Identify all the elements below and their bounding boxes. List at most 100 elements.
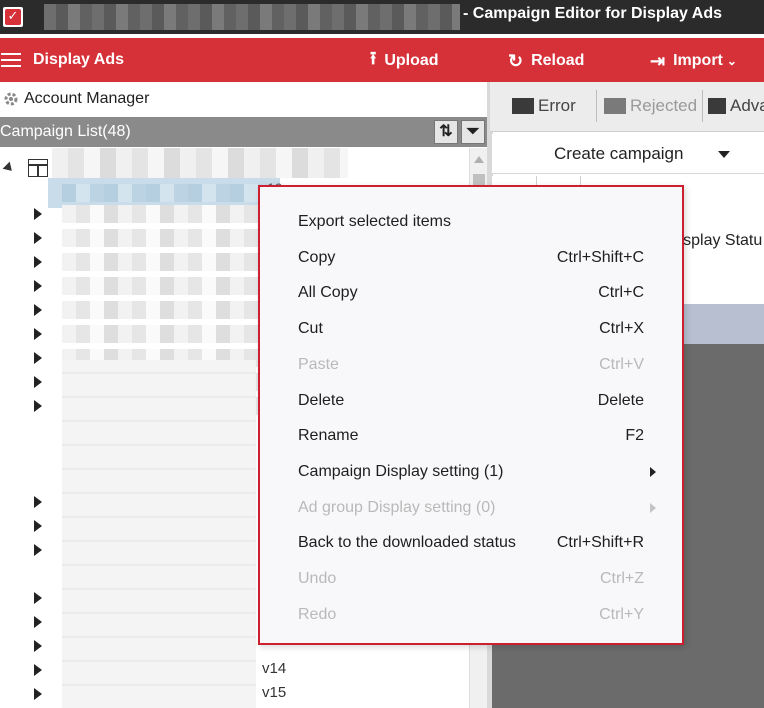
window-title: - Campaign Editor for Display Ads xyxy=(463,5,722,22)
account-manager-link[interactable]: Account Manager xyxy=(0,86,470,112)
rejected-filter-button[interactable]: Rejected xyxy=(604,92,697,120)
tree-row[interactable] xyxy=(34,514,42,538)
account-grid-icon xyxy=(28,159,48,177)
main-toolbar: Display Ads ⭱ Upload ↻ Reload ⇥ Import ⌄ xyxy=(0,38,764,82)
tree-row[interactable]: v15 xyxy=(34,682,286,706)
expand-icon[interactable] xyxy=(34,256,42,268)
advanced-filter-button[interactable]: Adva xyxy=(708,92,764,120)
advanced-label: Adva xyxy=(730,96,764,115)
tree-row[interactable] xyxy=(34,610,42,634)
upload-icon: ⭱ xyxy=(370,48,377,68)
brand-menu[interactable]: Display Ads xyxy=(0,49,124,71)
account-manager-label: Account Manager xyxy=(24,90,150,107)
reload-label: Reload xyxy=(531,52,585,69)
upload-button[interactable]: ⭱ Upload xyxy=(370,48,439,73)
expand-icon[interactable] xyxy=(34,592,42,604)
menu-item-label: Back to the downloaded status xyxy=(298,534,516,551)
menu-item-back-to-the-downloaded-status[interactable]: Back to the downloaded status Ctrl+Shift+… xyxy=(298,529,644,557)
menu-item-label: Undo xyxy=(298,570,337,587)
menu-item-campaign-display-setting-1[interactable]: Campaign Display setting (1) xyxy=(298,458,656,486)
expand-icon[interactable] xyxy=(34,376,42,388)
menu-item-ad-group-display-setting-0: Ad group Display setting (0) xyxy=(298,494,656,522)
menu-item-shortcut: Ctrl+Y xyxy=(599,606,644,623)
advanced-icon xyxy=(708,98,726,114)
collapse-icon[interactable] xyxy=(2,161,16,175)
tree-row[interactable] xyxy=(34,322,262,346)
selected-tree-row[interactable]: v10 xyxy=(48,178,283,208)
menu-item-paste: Paste Ctrl+V xyxy=(298,351,644,379)
tree-row[interactable] xyxy=(34,346,262,370)
expand-icon[interactable] xyxy=(34,496,42,508)
import-label: Import xyxy=(673,52,723,69)
menu-item-label: Paste xyxy=(298,356,339,373)
error-filter-button[interactable]: Error xyxy=(512,92,576,120)
expand-icon[interactable] xyxy=(34,352,42,364)
tree-row[interactable] xyxy=(34,586,42,610)
caret-down-icon[interactable] xyxy=(718,151,730,158)
tree-row[interactable] xyxy=(34,298,262,322)
tree-row[interactable] xyxy=(34,538,42,562)
menu-item-label: Cut xyxy=(298,320,323,337)
row-suffix: v15 xyxy=(262,684,287,701)
menu-item-undo: Undo Ctrl+Z xyxy=(298,565,644,593)
tree-row[interactable] xyxy=(34,202,262,226)
expand-icon[interactable] xyxy=(34,400,42,412)
upload-label: Upload xyxy=(384,52,439,69)
expand-icon[interactable] xyxy=(34,640,42,652)
expand-icon[interactable] xyxy=(34,208,42,220)
menu-item-rename[interactable]: Rename F2 xyxy=(298,422,644,450)
menu-item-label: Campaign Display setting (1) xyxy=(298,463,504,480)
menu-item-shortcut: Delete xyxy=(597,392,644,409)
tree-row[interactable] xyxy=(34,250,262,274)
create-campaign-dropdown[interactable]: Create campaign xyxy=(492,134,764,174)
expand-icon[interactable] xyxy=(34,328,42,340)
tree-row[interactable] xyxy=(34,370,262,394)
gear-icon xyxy=(2,90,20,108)
menu-item-shortcut: Ctrl+X xyxy=(599,320,644,337)
redacted-campaign-name xyxy=(62,184,262,202)
reload-icon: ↻ xyxy=(508,50,524,71)
sort-icon[interactable]: ⇅ xyxy=(434,120,458,144)
menu-item-label: Copy xyxy=(298,249,336,266)
brand-label: Display Ads xyxy=(33,51,124,68)
reload-button[interactable]: ↻ Reload xyxy=(508,49,584,73)
tree-row[interactable]: v14 xyxy=(34,658,286,682)
menu-item-label: All Copy xyxy=(298,284,358,301)
chevron-down-icon: ⌄ xyxy=(726,54,737,68)
menu-item-export-selected-items[interactable]: Export selected items xyxy=(298,208,644,236)
expand-icon[interactable] xyxy=(34,688,42,700)
context-menu: Export selected items Copy Ctrl+Shift+C All… xyxy=(258,185,684,645)
error-icon xyxy=(512,98,534,114)
menu-item-all-copy[interactable]: All Copy Ctrl+C xyxy=(298,279,644,307)
tree-row[interactable] xyxy=(34,634,42,658)
tree-row[interactable] xyxy=(34,394,262,418)
expand-icon[interactable] xyxy=(34,520,42,532)
menu-item-shortcut: Ctrl+C xyxy=(598,284,644,301)
tree-row[interactable] xyxy=(34,490,42,514)
create-campaign-label: Create campaign xyxy=(554,144,684,163)
expand-icon[interactable] xyxy=(34,232,42,244)
expand-icon[interactable] xyxy=(34,304,42,316)
tree-row[interactable] xyxy=(34,226,262,250)
menu-item-shortcut: Ctrl+Shift+R xyxy=(556,534,644,551)
redacted-account-name xyxy=(52,148,348,178)
expand-icon[interactable] xyxy=(34,664,42,676)
expand-icon[interactable] xyxy=(34,616,42,628)
hamburger-menu-icon[interactable] xyxy=(1,52,23,68)
expand-icon[interactable] xyxy=(34,280,42,292)
menu-item-delete[interactable]: Delete Delete xyxy=(298,387,644,415)
submenu-arrow-icon xyxy=(650,503,656,513)
import-button[interactable]: ⇥ Import ⌄ xyxy=(650,49,737,73)
expand-icon[interactable] xyxy=(34,544,42,556)
menu-item-redo: Redo Ctrl+Y xyxy=(298,601,644,629)
menu-item-cut[interactable]: Cut Ctrl+X xyxy=(298,315,644,343)
rejected-label: Rejected xyxy=(630,96,698,115)
menu-item-label: Delete xyxy=(298,392,345,409)
campaign-list-header: Campaign List(48) ⇅ ⏷ xyxy=(0,117,490,147)
filter-icon[interactable]: ⏷ xyxy=(461,120,485,144)
menu-item-shortcut: F2 xyxy=(625,427,644,444)
tree-row[interactable] xyxy=(34,274,262,298)
tree-root-node[interactable] xyxy=(2,158,48,178)
scroll-up-icon[interactable] xyxy=(474,156,484,163)
menu-item-copy[interactable]: Copy Ctrl+Shift+C xyxy=(298,244,644,272)
